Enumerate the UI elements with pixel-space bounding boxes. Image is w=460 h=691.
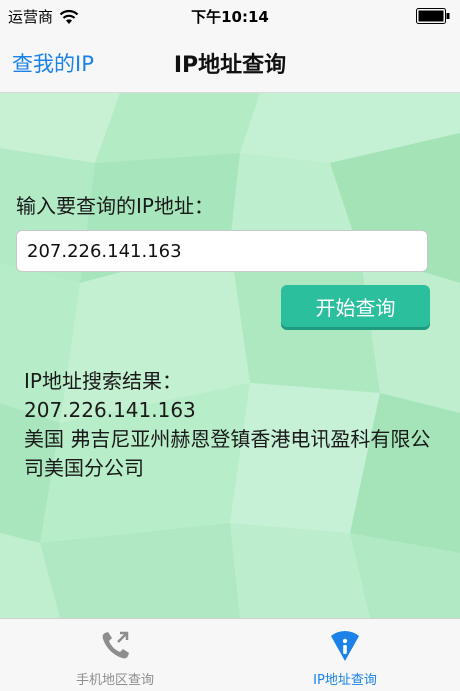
tab-bar: 手机地区查询 IP地址查询 <box>0 618 460 691</box>
tab-ip-query-label: IP地址查询 <box>313 673 377 688</box>
content-area: 输入要查询的IP地址： 开始查询 IP地址搜索结果： 207.226.141.1… <box>0 93 460 618</box>
start-query-button[interactable]: 开始查询 <box>281 285 430 327</box>
navigation-bar: 查我的IP IP地址查询 <box>0 32 460 93</box>
status-time: 下午10:14 <box>191 8 269 26</box>
ip-input-label: 输入要查询的IP地址： <box>16 194 214 218</box>
result-location: 美国 弗吉尼亚州赫恩登镇香港电讯盈科有限公司美国分公司 <box>24 427 431 480</box>
page-title: IP地址查询 <box>173 53 287 78</box>
ip-input[interactable] <box>16 230 428 272</box>
status-bar: 运营商 下午10:14 <box>0 0 460 32</box>
phone-icon <box>102 631 129 659</box>
tab-phone-region[interactable]: 手机地区查询 <box>0 619 230 691</box>
result-ip: 207.226.141.163 <box>24 398 196 422</box>
tab-ip-query[interactable]: IP地址查询 <box>230 619 460 691</box>
tab-phone-region-label: 手机地区查询 <box>75 673 154 688</box>
wifi-info-icon <box>331 630 359 661</box>
battery-icon <box>416 8 450 24</box>
result-heading: IP地址搜索结果： <box>24 369 182 393</box>
low-poly-background <box>0 93 460 618</box>
search-result: IP地址搜索结果： 207.226.141.163 美国 弗吉尼亚州赫恩登镇香港… <box>24 367 434 483</box>
